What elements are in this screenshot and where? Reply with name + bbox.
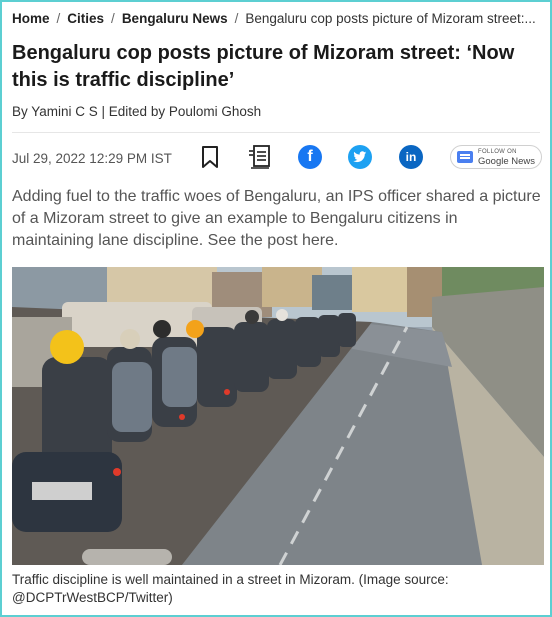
article-summary: Adding fuel to the traffic woes of Benga…: [12, 188, 541, 249]
google-news-text: FOLLOW ON Google News: [478, 148, 535, 166]
facebook-glyph: f: [307, 148, 313, 165]
breadcrumb-bengaluru-news[interactable]: Bengaluru News: [122, 11, 228, 26]
photo-caption: Traffic discipline is well maintained in…: [12, 572, 449, 605]
article-photo[interactable]: [12, 267, 544, 565]
breadcrumb-separator: /: [56, 11, 61, 26]
divider: [12, 132, 540, 133]
breadcrumb-separator: /: [234, 11, 239, 26]
article-byline: By Yamini C S | Edited by Poulomi Ghosh: [12, 104, 262, 119]
breadcrumb: Home / Cities / Bengaluru News / Bengaluru cop…: [12, 11, 544, 26]
article-icon[interactable]: [246, 143, 274, 171]
bookmark-icon[interactable]: [196, 143, 224, 171]
article-meta-row: Jul 29, 2022 12:29 PM IST f in FOLLOW ON…: [12, 143, 544, 173]
google-news-icon: [457, 151, 473, 163]
google-news-follow-button[interactable]: FOLLOW ON Google News: [450, 145, 542, 169]
google-news-label: Google News: [478, 156, 536, 167]
article-title: Bengaluru cop posts picture of Mizoram s…: [12, 42, 515, 91]
twitter-icon[interactable]: [348, 145, 372, 169]
facebook-icon[interactable]: f: [298, 145, 322, 169]
linkedin-icon[interactable]: in: [399, 145, 423, 169]
article-frame: Home / Cities / Bengaluru News / Bengaluru cop…: [0, 0, 552, 617]
breadcrumb-home[interactable]: Home: [12, 11, 50, 26]
breadcrumb-separator: /: [111, 11, 115, 26]
linkedin-glyph: in: [405, 150, 417, 164]
breadcrumb-current: Bengaluru cop posts picture of Mizoram s…: [245, 11, 536, 26]
breadcrumb-cities[interactable]: Cities: [67, 11, 104, 26]
publish-date: Jul 29, 2022 12:29 PM IST: [12, 151, 172, 166]
